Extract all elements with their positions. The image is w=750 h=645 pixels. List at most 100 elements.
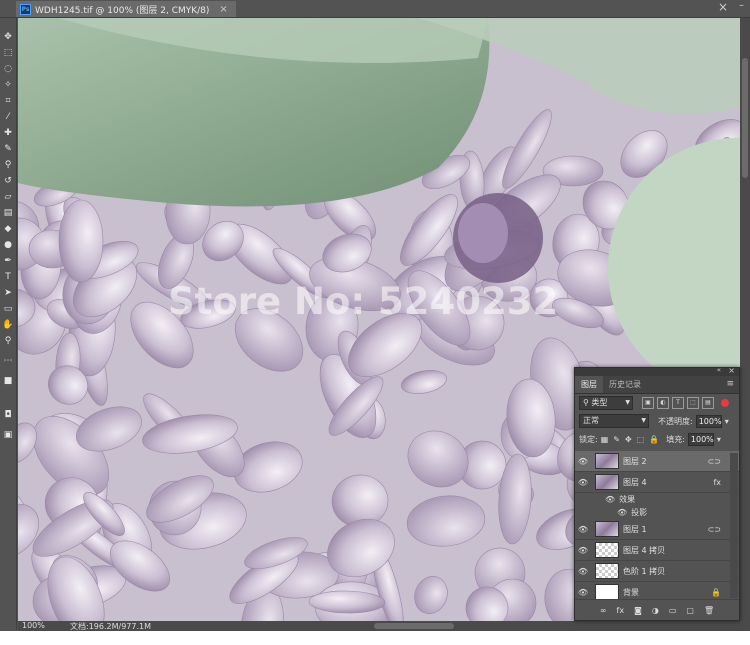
panel-close-icon[interactable]: × — [728, 366, 735, 375]
vertical-scrollbar[interactable] — [740, 18, 750, 621]
panel-menu-icon[interactable]: ≡ — [721, 376, 739, 393]
marquee-tool-icon[interactable]: ⬚ — [1, 46, 15, 60]
layer-name[interactable]: 背景 — [623, 587, 639, 598]
history-brush-icon[interactable]: ↺ — [1, 174, 15, 188]
pen-tool-icon[interactable]: ✒ — [1, 254, 15, 268]
add-mask-icon[interactable]: ◙ — [634, 606, 642, 615]
blur-tool-icon[interactable]: ◆ — [1, 222, 15, 236]
layer-name[interactable]: 图层 2 — [623, 456, 647, 467]
lock-all-icon[interactable]: 🔒 — [649, 435, 659, 444]
visibility-eye-icon[interactable]: 👁 — [605, 495, 615, 504]
screen-mode-icon[interactable]: ▣ — [1, 428, 15, 442]
layer-row[interactable]: 👁 色阶 1 拷贝 — [575, 561, 739, 582]
layers-scrollbar[interactable] — [730, 453, 738, 598]
stamp-tool-icon[interactable]: ⚲ — [1, 158, 15, 172]
type-tool-icon[interactable]: T — [1, 270, 15, 284]
delete-layer-icon[interactable]: 🗑 — [704, 606, 714, 615]
fx-icon[interactable]: fx — [713, 478, 721, 487]
healing-brush-icon[interactable]: ✚ — [1, 126, 15, 140]
quick-mask-icon[interactable]: ◘ — [1, 408, 15, 422]
pixel-filter-icon[interactable]: ▣ — [642, 397, 654, 409]
color-swatch-icon[interactable]: ■ — [1, 374, 15, 388]
layer-name[interactable]: 图层 4 — [623, 477, 647, 488]
visibility-eye-icon[interactable]: 👁 — [575, 546, 591, 555]
lasso-tool-icon[interactable]: ◌ — [1, 62, 15, 76]
tab-history[interactable]: 历史记录 — [603, 376, 647, 393]
visibility-eye-icon[interactable]: 👁 — [575, 525, 591, 534]
panel-header: « × — [575, 366, 739, 376]
dodge-tool-icon[interactable]: ● — [1, 238, 15, 252]
smart-filter-icon[interactable]: ▤ — [702, 397, 714, 409]
tab-layers[interactable]: 图层 — [575, 376, 603, 393]
window-minimize-icon[interactable]: – — [739, 0, 744, 11]
effect-item-row[interactable]: 👁 投影 — [575, 506, 739, 519]
link-icon[interactable]: ⊂⊃ — [708, 525, 721, 534]
hand-tool-icon[interactable]: ✋ — [1, 318, 15, 332]
layer-thumbnail — [595, 521, 619, 537]
opacity-input[interactable]: 100% — [695, 414, 722, 428]
lock-position-icon[interactable]: ✥ — [625, 435, 632, 444]
layer-filter-select[interactable]: ⚲ 类型 ▼ — [579, 396, 633, 410]
panel-collapse-icon[interactable]: « — [717, 366, 721, 374]
tab-close-icon[interactable]: × — [219, 4, 227, 15]
brush-tool-icon[interactable]: ✎ — [1, 142, 15, 156]
lock-transparent-icon[interactable]: ▦ — [601, 435, 609, 444]
adjustment-filter-icon[interactable]: ◐ — [657, 397, 669, 409]
zoom-tool-icon[interactable]: ⚲ — [1, 334, 15, 348]
more-tools-icon[interactable]: ⋯ — [1, 354, 15, 368]
photoshop-icon: Ps — [20, 3, 31, 15]
visibility-eye-icon[interactable]: 👁 — [575, 567, 591, 576]
lock-buttons: ▦ ✎ ✥ ⬚ 🔒 — [601, 435, 660, 444]
rectangle-tool-icon[interactable]: ▭ — [1, 302, 15, 316]
move-tool-icon[interactable]: ✥ — [1, 30, 15, 44]
filter-buttons: ▣ ◐ T ⬚ ▤ — [642, 397, 714, 409]
layer-row[interactable]: 👁 图层 2 ⊂⊃ — [575, 451, 739, 472]
layer-thumbnail — [595, 584, 619, 600]
visibility-eye-icon[interactable]: 👁 — [575, 457, 591, 466]
layers-list: 👁 图层 2 ⊂⊃ 👁 图层 4 fx 👁 效果 👁 投影 👁 图层 1 ⊂⊃ 👁 图层 4 拷贝 👁 色阶 1… — [575, 451, 739, 603]
blend-mode-select[interactable]: 正常 ▼ — [579, 414, 649, 428]
magic-wand-icon[interactable]: ✧ — [1, 78, 15, 92]
fill-dropdown-icon[interactable]: ▾ — [717, 435, 721, 444]
filter-toggle[interactable] — [721, 399, 729, 407]
link-icon[interactable]: ⊂⊃ — [708, 457, 721, 466]
vertical-scroll-thumb[interactable] — [742, 58, 748, 178]
lock-label: 锁定: — [579, 434, 598, 444]
lock-pixels-icon[interactable]: ✎ — [613, 435, 620, 444]
new-group-icon[interactable]: ▭ — [669, 606, 677, 615]
crop-tool-icon[interactable]: ⌗ — [1, 94, 15, 108]
link-layers-icon[interactable]: ∞ — [600, 606, 607, 615]
shape-filter-icon[interactable]: ⬚ — [687, 397, 699, 409]
opacity-dropdown-icon[interactable]: ▾ — [725, 417, 729, 426]
new-layer-icon[interactable]: ▢ — [686, 606, 694, 615]
layer-row[interactable]: 👁 图层 4 fx — [575, 472, 739, 493]
document-tab[interactable]: Ps WDH1245.tif @ 100% (图层 2, CMYK/8) × — [16, 1, 236, 17]
eyedropper-icon[interactable]: ⁄ — [1, 110, 15, 124]
add-style-icon[interactable]: fx — [617, 606, 625, 615]
eraser-icon[interactable]: ▱ — [1, 190, 15, 204]
visibility-eye-icon[interactable]: 👁 — [575, 478, 591, 487]
layer-thumbnail — [595, 563, 619, 579]
gradient-tool-icon[interactable]: ▤ — [1, 206, 15, 220]
visibility-eye-icon[interactable]: 👁 — [617, 508, 627, 517]
blend-mode-value: 正常 — [583, 416, 599, 425]
path-select-icon[interactable]: ➤ — [1, 286, 15, 300]
layer-name[interactable]: 图层 1 — [623, 524, 647, 535]
window-close-icon[interactable]: × — [718, 0, 728, 14]
effects-row[interactable]: 👁 效果 — [575, 493, 739, 506]
layer-thumbnail — [595, 542, 619, 558]
lock-icon[interactable]: 🔒 — [711, 588, 721, 597]
layer-row[interactable]: 👁 图层 1 ⊂⊃ — [575, 519, 739, 540]
adjustment-layer-icon[interactable]: ◑ — [652, 606, 659, 615]
layer-row[interactable]: 👁 图层 4 拷贝 — [575, 540, 739, 561]
fill-input[interactable]: 100% — [687, 432, 714, 446]
layer-thumbnail — [595, 474, 619, 490]
horizontal-scroll-thumb[interactable] — [374, 623, 454, 629]
visibility-eye-icon[interactable]: 👁 — [575, 588, 591, 597]
zoom-level[interactable]: 100% — [22, 621, 45, 630]
lock-artboard-icon[interactable]: ⬚ — [637, 435, 645, 444]
panel-footer: ∞ fx ◙ ◑ ▭ ▢ 🗑 — [575, 599, 739, 620]
type-filter-icon[interactable]: T — [672, 397, 684, 409]
layer-name[interactable]: 图层 4 拷贝 — [623, 545, 665, 556]
layer-name[interactable]: 色阶 1 拷贝 — [623, 566, 665, 577]
